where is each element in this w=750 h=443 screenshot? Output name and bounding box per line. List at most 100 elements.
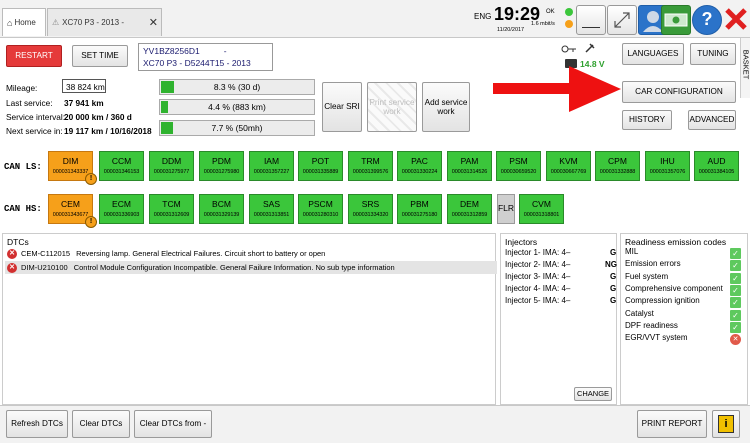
ecu-serial: 000031275180 [401, 211, 438, 218]
service-bar-hours: 7.7 % (50mh) [159, 120, 315, 136]
ecu-dem[interactable]: DEM 000031312859 [447, 194, 492, 224]
info-button[interactable]: i [712, 410, 740, 438]
ecu-pdm[interactable]: PDM 000031275980 [199, 151, 244, 181]
ecu-trm[interactable]: TRM 000031399576 [348, 151, 393, 181]
fullscreen-button[interactable] [607, 5, 637, 35]
ecu-serial: 000031313851 [253, 211, 290, 218]
ecu-serial: 000031312859 [451, 211, 488, 218]
ecu-sas[interactable]: SAS 000031313851 [249, 194, 294, 224]
ecu-cpm[interactable]: CPM 000031332888 [595, 151, 640, 181]
ecu-serial: 000031335889 [302, 168, 339, 175]
set-time-button[interactable]: SET TIME [72, 45, 128, 67]
ecu-serial: 000031275977 [153, 168, 190, 175]
dtc-row[interactable]: ✕ CEM-C112015 Reversing lamp. General El… [7, 247, 325, 260]
model-text: XC70 P3 - D5244T15 - 2013 [143, 58, 251, 68]
date: 11/20/2017 [497, 27, 525, 33]
vehicle-info-box: YV1BZ8256D1 - XC70 P3 - D5244T15 - 2013 [138, 43, 273, 71]
ecu-serial: 000031343677 [52, 211, 89, 218]
ecu-pscm[interactable]: PSCM 000031280310 [298, 194, 343, 224]
close-icon [725, 8, 747, 30]
ecu-tcm[interactable]: TCM 000031312609 [149, 194, 194, 224]
ecu-cem[interactable]: CEM 000031343677! [48, 194, 97, 228]
minimize-button[interactable] [576, 5, 606, 35]
add-service-button[interactable]: Add service work [422, 82, 470, 132]
ecu-psm[interactable]: PSM 000030659520 [496, 151, 541, 181]
ecu-pam[interactable]: PAM 000031314526 [447, 151, 492, 181]
ecu-kvm[interactable]: KVM 000030667769 [546, 151, 591, 181]
print-report-button[interactable]: PRINT REPORT [637, 410, 707, 438]
ecu-name: DIM [62, 155, 79, 166]
advanced-button[interactable]: ADVANCED [688, 110, 736, 130]
dtc-code: DIM-U210100 [21, 263, 68, 272]
ecu-name: IHU [660, 155, 675, 166]
ecu-name: SAS [262, 198, 280, 209]
close-app-button[interactable] [722, 5, 750, 35]
tab-home[interactable]: ⌂ Home [2, 8, 46, 36]
ecu-dim[interactable]: DIM 000031343337! [48, 151, 97, 185]
ecu-serial: 000031357227 [253, 168, 290, 175]
next-service-value: 19 117 km / 10/16/2018 [64, 126, 152, 136]
ecu-pac[interactable]: PAC 000031330224 [397, 151, 442, 181]
ecu-serial: 000031357076 [649, 168, 686, 175]
injector-label: Injector 1- IMA: 4– [505, 248, 571, 257]
tab-vehicle[interactable]: ⚠ XC70 P3 - 2013 - ✕ [47, 8, 162, 36]
change-button[interactable]: CHANGE [574, 387, 612, 401]
ecu-name: ECM [112, 198, 131, 209]
print-service-button[interactable]: Print service work [367, 82, 417, 132]
billing-button[interactable] [661, 5, 691, 35]
dtc-row[interactable]: ✕ DIM-U210100 Control Module Configurati… [5, 261, 497, 274]
tuning-button[interactable]: TUNING [690, 43, 736, 65]
ecu-pbm[interactable]: PBM 000031275180 [397, 194, 442, 224]
ecu-cvm[interactable]: CVM 000031318801 [519, 194, 564, 224]
ecu-srs[interactable]: SRS 000031334320 [348, 194, 393, 224]
service-bar-days-text: 8.3 % (30 d) [213, 82, 261, 92]
ecu-name: BCM [212, 198, 231, 209]
help-button[interactable]: ? [692, 5, 722, 35]
ecu-ecm[interactable]: ECM 000031336903 [99, 194, 144, 224]
money-icon [664, 13, 688, 27]
close-tab-icon[interactable]: ✕ [149, 16, 158, 29]
ecu-serial: 000031346153 [103, 168, 140, 175]
can-ls-label: CAN LS: [4, 162, 42, 172]
speed: 1.6 mbit/s [531, 21, 555, 27]
speed-status-icon [565, 20, 573, 28]
service-bar-km-text: 4.4 % (883 km) [208, 102, 266, 112]
ecu-ihu[interactable]: IHU 000031357076 [645, 151, 690, 181]
ecu-iam[interactable]: IAM 000031357227 [249, 151, 294, 181]
last-service-label: Last service: [6, 98, 53, 108]
next-service-label: Next service in: [6, 126, 63, 136]
ecu-ccm[interactable]: CCM 000031346153 [99, 151, 144, 181]
clear-dtcs-button[interactable]: Clear DTCs [72, 410, 130, 438]
restart-button[interactable]: RESTART [6, 45, 62, 67]
ecu-pot[interactable]: POT 000031335889 [298, 151, 343, 181]
readiness-row: DPF readiness [625, 320, 678, 330]
error-icon: ✕ [7, 262, 17, 273]
ecu-flr[interactable]: FLR [497, 194, 515, 224]
ecu-name: TRM [361, 155, 380, 166]
injector-row: Injector 4- IMA: 4– G [505, 284, 616, 293]
clear-dtcs-from-button[interactable]: Clear DTCs from - [134, 410, 212, 438]
error-icon: ✕ [7, 248, 17, 259]
readiness-row: Emission errors [625, 259, 681, 269]
ecu-bcm[interactable]: BCM 000031329139 [199, 194, 244, 224]
car-configuration-button[interactable]: CAR CONFIGURATION [622, 81, 736, 103]
languages-button[interactable]: LANGUAGES [622, 43, 684, 65]
refresh-dtcs-button[interactable]: Refresh DTCs [6, 410, 68, 438]
ecu-serial: 000031332888 [599, 168, 636, 175]
check-icon: ✓ [730, 297, 741, 309]
info-icon: i [718, 415, 734, 433]
ecu-name: PBM [410, 198, 429, 209]
injector-suffix: G [610, 272, 617, 281]
dtc-code: CEM-C112015 [21, 249, 71, 258]
basket-tab[interactable]: BASKET [740, 38, 750, 98]
dtc-text: Control Module Configuration Incompatibl… [73, 263, 395, 272]
readiness-row: Compression ignition [625, 296, 700, 306]
ecu-serial: 000031384105 [698, 168, 735, 175]
history-button[interactable]: HISTORY [622, 110, 672, 130]
ecu-aud[interactable]: AUD 000031384105 [694, 151, 739, 181]
ecu-name: CEM [61, 198, 80, 209]
service-bar-hours-text: 7.7 % (50mh) [211, 123, 263, 133]
clear-sri-button[interactable]: Clear SRI [322, 82, 362, 132]
injector-label: Injector 2- IMA: 4– [505, 260, 571, 269]
ecu-ddm[interactable]: DDM 000031275977 [149, 151, 194, 181]
